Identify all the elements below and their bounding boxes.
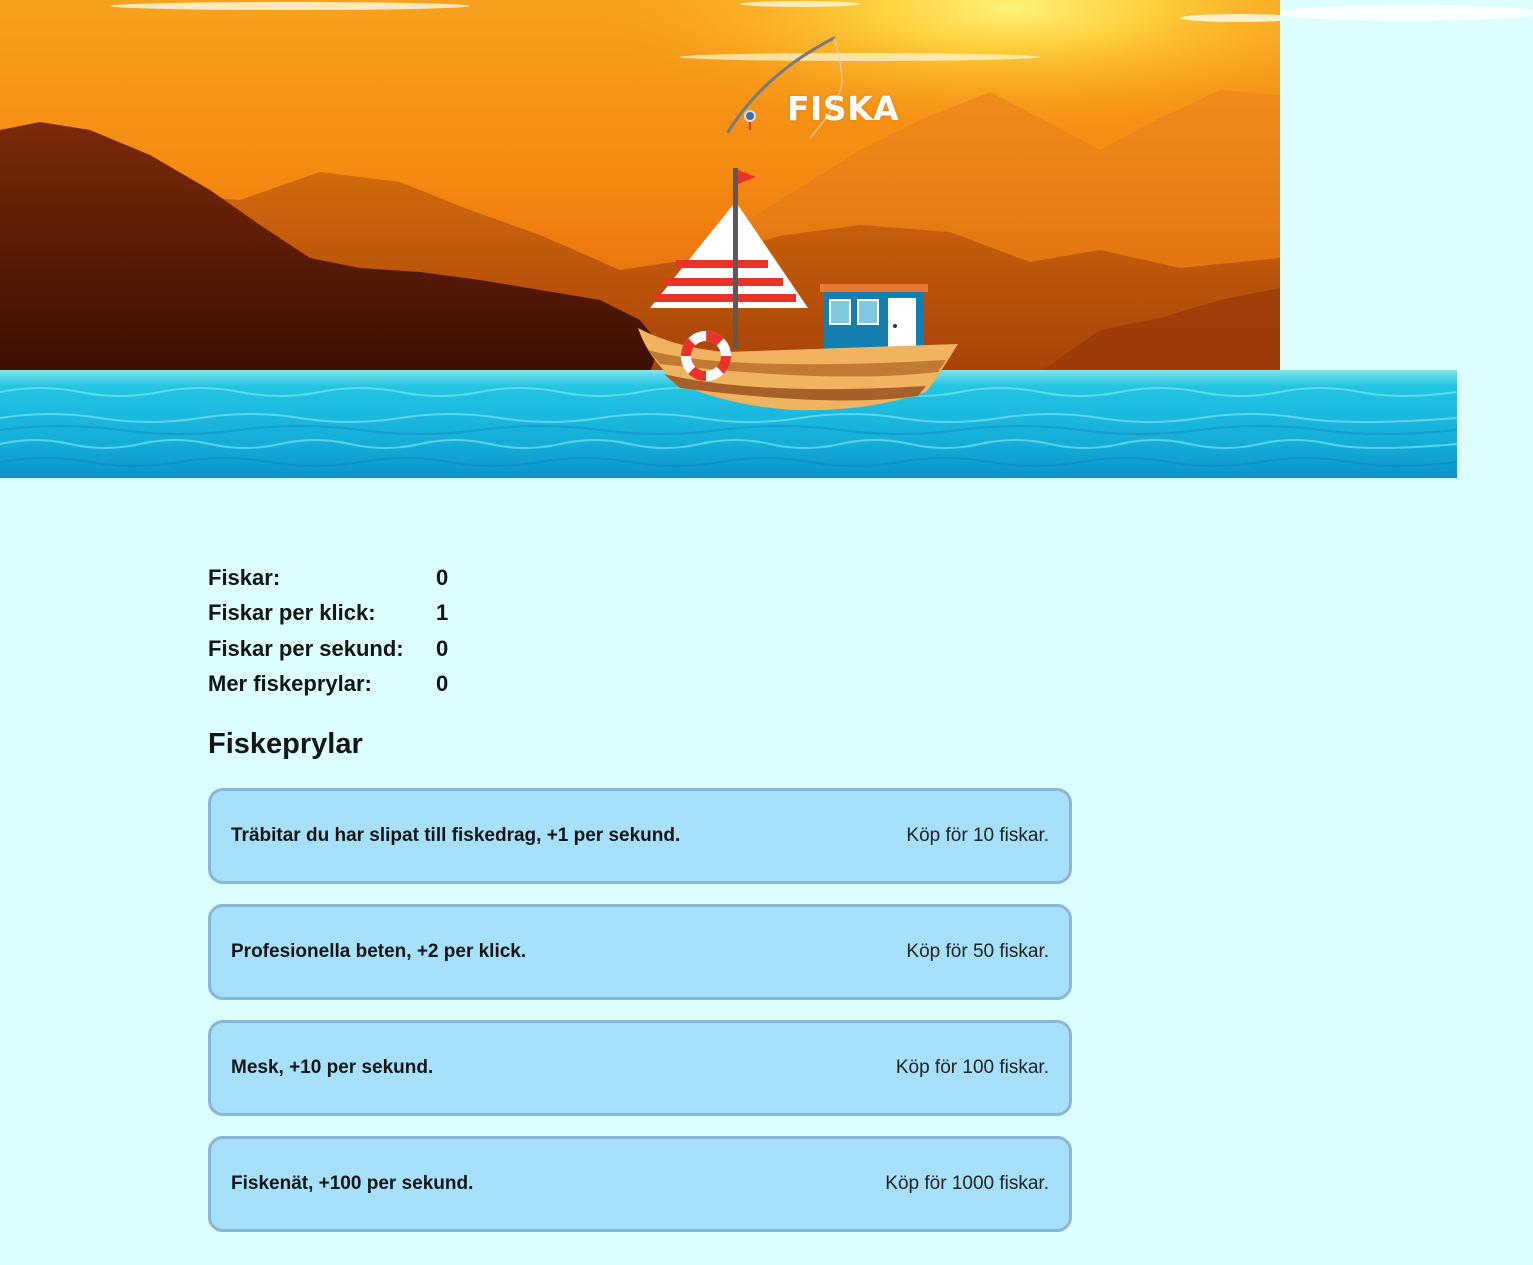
stat-value: 0 bbox=[436, 635, 449, 661]
cloud-decoration bbox=[1275, 0, 1533, 30]
shop-item-description: Fiskenät, +100 per sekund. bbox=[231, 1173, 474, 1194]
app-title: FISKA bbox=[787, 89, 900, 128]
shop-item-description: Träbitar du har slipat till fiskedrag, +… bbox=[231, 825, 681, 846]
shop-list: Träbitar du har slipat till fiskedrag, +… bbox=[208, 788, 1072, 1252]
hero-banner: FISKA bbox=[0, 0, 1533, 480]
shop-item-price: Köp för 10 fiskar. bbox=[906, 825, 1049, 846]
logo[interactable]: FISKA bbox=[724, 34, 914, 138]
stat-value: 1 bbox=[436, 600, 449, 626]
stat-label: Fiskar per sekund: bbox=[208, 635, 404, 661]
shop-item-bait[interactable]: Profesionella beten, +2 per klick. Köp f… bbox=[208, 904, 1072, 1000]
shop-item-fishing-net[interactable]: Fiskenät, +100 per sekund. Köp för 1000 … bbox=[208, 1136, 1072, 1232]
stat-value: 0 bbox=[436, 670, 449, 696]
stat-label: Fiskar per klick: bbox=[208, 600, 376, 626]
stat-value: 0 bbox=[436, 565, 449, 590]
stat-fish-per-second: Fiskar per sekund: 0 bbox=[208, 631, 608, 666]
stat-more-gear: Mer fiskeprylar: 0 bbox=[208, 666, 608, 701]
shop-item-lures[interactable]: Träbitar du har slipat till fiskedrag, +… bbox=[208, 788, 1072, 884]
shop-heading: Fiskeprylar bbox=[208, 728, 363, 760]
stat-label: Mer fiskeprylar: bbox=[208, 670, 372, 696]
fishing-boat-click-target[interactable] bbox=[636, 160, 962, 416]
stats-panel: Fiskar: 0 Fiskar per klick: 1 Fiskar per… bbox=[208, 560, 608, 701]
shop-item-price: Köp för 100 fiskar. bbox=[895, 1057, 1049, 1078]
shop-item-groundbait[interactable]: Mesk, +10 per sekund. Köp för 100 fiskar… bbox=[208, 1020, 1072, 1116]
shop-item-price: Köp för 1000 fiskar. bbox=[885, 1173, 1049, 1194]
shop-item-description: Profesionella beten, +2 per klick. bbox=[231, 941, 527, 962]
stat-label: Fiskar: bbox=[208, 565, 281, 590]
stat-fish-per-click: Fiskar per klick: 1 bbox=[208, 595, 608, 630]
stat-fish-count: Fiskar: 0 bbox=[208, 560, 608, 595]
shop-item-price: Köp för 50 fiskar. bbox=[906, 941, 1049, 962]
shop-item-description: Mesk, +10 per sekund. bbox=[231, 1057, 434, 1078]
